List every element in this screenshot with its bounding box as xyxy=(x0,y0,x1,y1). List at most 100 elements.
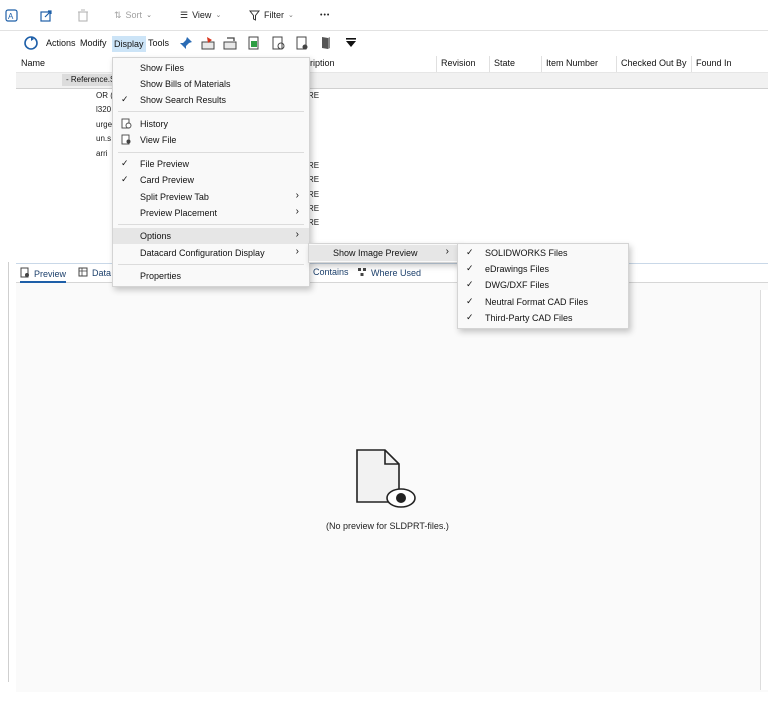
menu-item-third-party-cad-files[interactable]: ✓ Third-Party CAD Files xyxy=(458,310,628,326)
sort-button[interactable]: ⇅ Sort ⌄ xyxy=(114,8,152,22)
menu-item-properties[interactable]: Properties xyxy=(113,268,309,284)
chevron-right-icon: › xyxy=(295,206,299,217)
checkmark-icon: ✓ xyxy=(121,158,129,168)
list-item[interactable]: l320 xyxy=(96,103,113,117)
pin-icon[interactable] xyxy=(178,35,194,51)
datacard-icon xyxy=(78,267,88,279)
menu-actions[interactable]: Actions xyxy=(46,38,76,48)
menu-item-label: Third-Party CAD Files xyxy=(485,313,573,323)
tab-data[interactable]: Data xyxy=(78,267,111,279)
menu-modify[interactable]: Modify xyxy=(80,38,107,48)
vault-icon[interactable]: A xyxy=(5,8,18,22)
menu-item-label: DWG/DXF Files xyxy=(485,280,549,290)
filter-icon xyxy=(249,10,260,21)
list-partial-column: OR ( l320 urge un.s arri xyxy=(96,89,113,161)
get-latest-icon[interactable] xyxy=(246,35,262,51)
document-view-icon[interactable] xyxy=(294,35,310,51)
menu-tools[interactable]: Tools xyxy=(148,38,169,48)
view-file-icon xyxy=(121,134,132,147)
menu-item-label: Datacard Configuration Display xyxy=(140,248,265,258)
menu-item-preview-placement[interactable]: Preview Placement › xyxy=(113,205,309,221)
check-in-icon[interactable] xyxy=(222,35,238,51)
chevron-down-icon: ⌄ xyxy=(288,12,294,19)
dropdown-arrow-icon[interactable] xyxy=(343,35,359,51)
no-preview-document-icon xyxy=(355,448,419,514)
menu-item-label: Show Image Preview xyxy=(333,248,418,258)
more-options-button[interactable]: ••• xyxy=(320,8,330,22)
menu-item-card-preview[interactable]: ✓ Card Preview xyxy=(113,172,309,188)
tab-preview[interactable]: Preview xyxy=(20,267,67,283)
image-preview-submenu: ✓ SOLIDWORKS Files ✓ eDrawings Files ✓ D… xyxy=(457,243,629,329)
right-icon-strip xyxy=(760,290,768,690)
checkmark-icon: ✓ xyxy=(466,263,474,273)
sort-icon: ⇅ xyxy=(114,9,122,20)
column-state[interactable]: State xyxy=(494,58,515,68)
filter-button[interactable]: Filter ⌄ xyxy=(249,8,294,22)
menu-item-show-search-results[interactable]: ✓ Show Search Results xyxy=(113,92,309,108)
chevron-right-icon: › xyxy=(295,190,299,201)
chevron-right-icon: › xyxy=(295,246,299,257)
book-icon[interactable] xyxy=(318,35,334,51)
list-item[interactable]: urge xyxy=(96,118,113,132)
list-item[interactable]: un.s xyxy=(96,132,113,146)
menu-item-label: Neutral Format CAD Files xyxy=(485,297,589,307)
list-item[interactable]: OR ( xyxy=(96,89,113,103)
chevron-down-icon: ⌄ xyxy=(146,12,152,19)
view-list-icon: ☰ xyxy=(180,9,189,20)
chevron-down-icon: ⌄ xyxy=(215,12,222,19)
menu-item-datacard-configuration-display[interactable]: Datacard Configuration Display › xyxy=(113,245,309,261)
share-icon[interactable] xyxy=(40,8,53,22)
menu-item-label: View File xyxy=(140,135,177,145)
reference-row-label[interactable]: - Reference.S xyxy=(62,74,118,86)
column-checked-out-by[interactable]: Checked Out By xyxy=(621,58,687,68)
column-description[interactable]: ription xyxy=(310,58,335,68)
menu-item-label: Options xyxy=(140,231,172,241)
tab-data-label: Data xyxy=(92,268,112,278)
delete-icon[interactable] xyxy=(77,8,89,22)
menu-item-split-preview-tab[interactable]: Split Preview Tab › xyxy=(113,189,309,205)
column-revision[interactable]: Revision xyxy=(441,58,476,68)
check-out-icon[interactable] xyxy=(200,35,216,51)
top-toolbar: A ⇅ Sort ⌄ ☰ View ⌄ Filter ⌄ ••• xyxy=(0,0,768,31)
menu-item-dwg-dxf-files[interactable]: ✓ DWG/DXF Files xyxy=(458,277,628,293)
menu-item-view-file[interactable]: View File xyxy=(113,132,309,148)
menu-item-show-files[interactable]: Show Files xyxy=(113,60,309,76)
options-submenu: Show Image Preview › xyxy=(308,243,460,263)
search-document-icon[interactable] xyxy=(270,35,286,51)
tab-preview-label: Preview xyxy=(34,268,67,279)
menu-item-show-image-preview[interactable]: Show Image Preview › xyxy=(309,245,459,261)
menu-display[interactable]: Display xyxy=(112,36,146,52)
menu-item-options[interactable]: Options › xyxy=(113,228,309,244)
list-item[interactable]: arri xyxy=(96,147,113,161)
menu-item-label: Card Preview xyxy=(140,175,195,185)
menu-item-label: Preview Placement xyxy=(140,208,218,218)
view-label: View xyxy=(192,10,212,20)
chevron-right-icon: › xyxy=(295,229,299,240)
sort-label: Sort xyxy=(125,10,143,20)
menu-item-history[interactable]: History xyxy=(113,116,309,132)
tab-contains[interactable]: Contains xyxy=(313,267,349,277)
chevron-right-icon: › xyxy=(445,246,449,257)
menu-item-label: SOLIDWORKS Files xyxy=(485,248,568,258)
tab-where-used-label: Where Used xyxy=(371,268,422,278)
checkmark-icon: ✓ xyxy=(466,312,474,322)
checkmark-icon: ✓ xyxy=(466,296,474,306)
menu-item-edrawings-files[interactable]: ✓ eDrawings Files xyxy=(458,261,628,277)
menu-item-solidworks-files[interactable]: ✓ SOLIDWORKS Files xyxy=(458,245,628,261)
svg-text:A: A xyxy=(8,12,14,21)
document-preview-icon xyxy=(20,267,30,280)
column-name[interactable]: Name xyxy=(21,58,45,68)
menu-item-neutral-format-cad-files[interactable]: ✓ Neutral Format CAD Files xyxy=(458,294,628,310)
tab-where-used[interactable]: Where Used xyxy=(357,267,421,279)
column-found-in[interactable]: Found In xyxy=(696,58,732,68)
refresh-icon[interactable] xyxy=(23,35,39,51)
view-button[interactable]: ☰ View ⌄ xyxy=(180,8,221,22)
column-item-number[interactable]: Item Number xyxy=(546,58,598,68)
display-menu: Show Files Show Bills of Materials ✓ Sho… xyxy=(112,57,310,287)
menu-item-label: Properties xyxy=(140,271,182,281)
menu-item-file-preview[interactable]: ✓ File Preview xyxy=(113,156,309,172)
filter-label: Filter xyxy=(264,10,284,20)
command-bar: Actions Modify Display Tools xyxy=(16,33,768,55)
menu-item-show-bom[interactable]: Show Bills of Materials xyxy=(113,76,309,92)
menu-item-label: Show Files xyxy=(140,63,185,73)
